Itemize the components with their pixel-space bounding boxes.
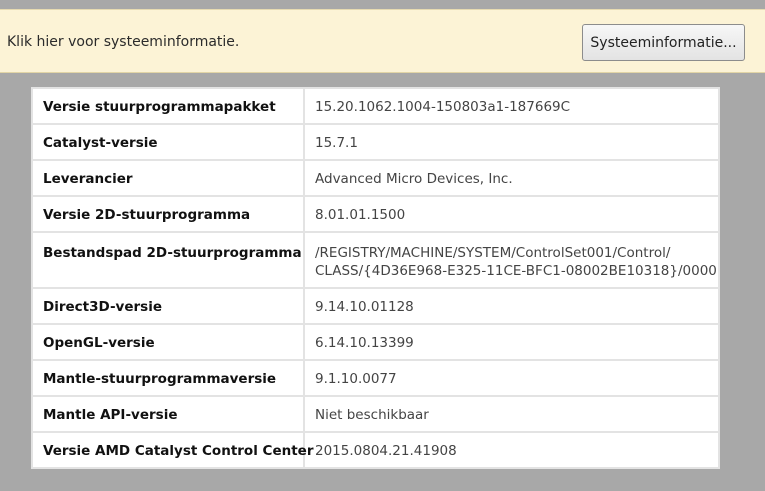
row-label: OpenGL-versie [31, 323, 305, 361]
row-value: 9.1.10.0077 [303, 359, 720, 397]
row-label: Versie AMD Catalyst Control Center [31, 431, 313, 469]
row-label: Mantle-stuurprogrammaversie [31, 359, 305, 397]
table-row: OpenGL-versie 6.14.10.13399 [31, 323, 720, 361]
system-information-button[interactable]: Systeeminformatie... [582, 24, 745, 61]
row-value: /REGISTRY/MACHINE/SYSTEM/ControlSet001/C… [303, 231, 720, 289]
row-label: Versie 2D-stuurprogramma [31, 195, 305, 233]
row-value: 15.7.1 [303, 123, 720, 161]
row-label: Bestandspad 2D-stuurprogramma [31, 231, 305, 289]
row-value: 8.01.01.1500 [303, 195, 720, 233]
row-value: 6.14.10.13399 [303, 323, 720, 361]
row-label: Catalyst-versie [31, 123, 305, 161]
software-details-table: Versie stuurprogrammapakket 15.20.1062.1… [31, 87, 720, 469]
row-label: Versie stuurprogrammapakket [31, 87, 305, 125]
system-info-notification-bar: Klik hier voor systeeminformatie. Systee… [0, 9, 765, 73]
table-row: Mantle API-versie Niet beschikbaar [31, 395, 720, 433]
row-label: Direct3D-versie [31, 287, 305, 325]
row-label: Mantle API-versie [31, 395, 305, 433]
row-value: Niet beschikbaar [303, 395, 720, 433]
table-row: Mantle-stuurprogrammaversie 9.1.10.0077 [31, 359, 720, 397]
table-row: Versie AMD Catalyst Control Center 2015.… [31, 431, 720, 469]
row-value: Advanced Micro Devices, Inc. [303, 159, 720, 197]
table-row: Bestandspad 2D-stuurprogramma /REGISTRY/… [31, 231, 720, 289]
row-value: 15.20.1062.1004-150803a1-187669C [303, 87, 720, 125]
table-row: Leverancier Advanced Micro Devices, Inc. [31, 159, 720, 197]
row-value: 9.14.10.01128 [303, 287, 720, 325]
table-row: Versie stuurprogrammapakket 15.20.1062.1… [31, 87, 720, 125]
system-info-hint-text[interactable]: Klik hier voor systeeminformatie. [7, 34, 239, 50]
row-value-line: CLASS/{4D36E968-E325-11CE-BFC1-08002BE10… [315, 263, 717, 279]
row-label: Leverancier [31, 159, 305, 197]
table-row: Versie 2D-stuurprogramma 8.01.01.1500 [31, 195, 720, 233]
row-value: 2015.0804.21.41908 [303, 431, 720, 469]
software-details-panel: Versie stuurprogrammapakket 15.20.1062.1… [31, 87, 720, 469]
row-value-line: /REGISTRY/MACHINE/SYSTEM/ControlSet001/C… [315, 245, 671, 261]
table-row: Direct3D-versie 9.14.10.01128 [31, 287, 720, 325]
table-row: Catalyst-versie 15.7.1 [31, 123, 720, 161]
